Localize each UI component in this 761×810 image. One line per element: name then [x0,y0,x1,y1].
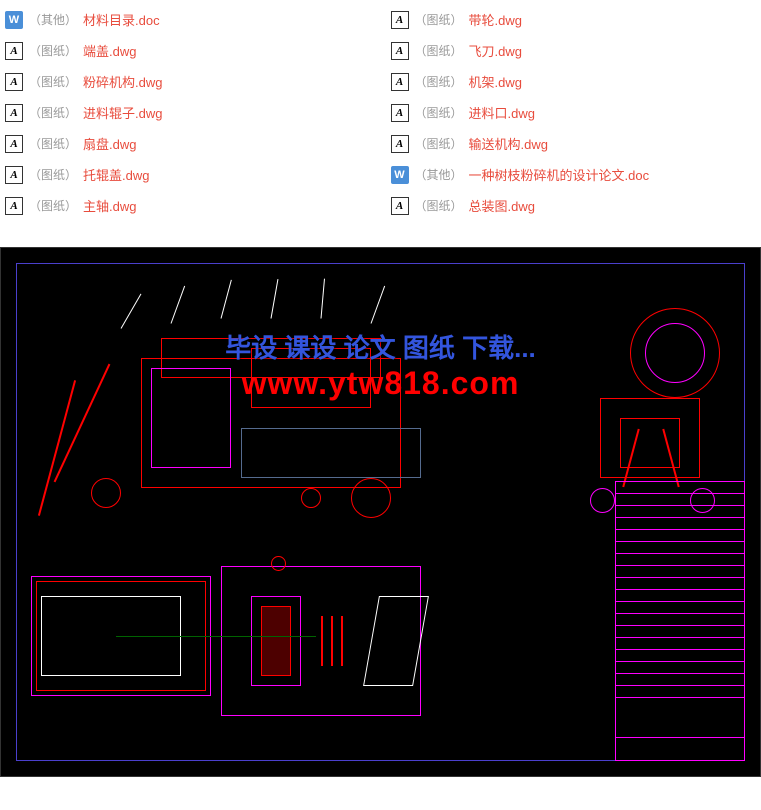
file-tag: （图纸） [415,197,463,214]
watermark-line1: 毕设 课设 论文 图纸 下载... [1,328,760,365]
dwg-icon: A [391,104,409,122]
file-tag: （其他） [415,166,463,183]
file-link[interactable]: 输送机构.dwg [469,134,548,153]
file-item: A （图纸） 主轴.dwg [5,196,371,215]
file-tag: （图纸） [29,73,77,90]
dwg-icon: A [5,197,23,215]
dwg-icon: A [391,135,409,153]
file-link[interactable]: 端盖.dwg [83,41,136,60]
file-tag: （图纸） [29,197,77,214]
file-link[interactable]: 粉碎机构.dwg [83,72,162,91]
dwg-icon: A [5,166,23,184]
cad-plan-view [21,546,441,746]
file-item: A （图纸） 扇盘.dwg [5,134,371,153]
file-tag: （图纸） [29,42,77,59]
file-item: A （图纸） 机架.dwg [391,72,757,91]
file-link[interactable]: 进料辊子.dwg [83,103,162,122]
file-link[interactable]: 托辊盖.dwg [83,165,149,184]
file-link[interactable]: 机架.dwg [469,72,522,91]
file-item: A （图纸） 粉碎机构.dwg [5,72,371,91]
dwg-icon: A [5,73,23,91]
dwg-icon: A [391,73,409,91]
file-item: A （图纸） 总装图.dwg [391,196,757,215]
file-tag: （图纸） [415,42,463,59]
file-link[interactable]: 进料口.dwg [469,103,535,122]
dwg-icon: A [391,11,409,29]
cad-preview: 毕设 课设 论文 图纸 下载... www.ytw818.com [0,247,761,777]
file-item: A （图纸） 托辊盖.dwg [5,165,371,184]
file-item: A （图纸） 输送机构.dwg [391,134,757,153]
cad-title-block [615,481,745,761]
file-column-left: W （其他） 材料目录.doc A （图纸） 端盖.dwg A （图纸） 粉碎机构.dwg A （图… [5,10,371,227]
watermark-line2: www.ytw818.com [1,365,760,402]
file-link[interactable]: 带轮.dwg [469,10,522,29]
watermark: 毕设 课设 论文 图纸 下载... www.ytw818.com [1,328,760,402]
file-column-right: A （图纸） 带轮.dwg A （图纸） 飞刀.dwg A （图纸） 机架.dwg A （图纸） 进料… [391,10,757,227]
dwg-icon: A [391,197,409,215]
file-tag: （其他） [29,11,77,28]
file-item: W （其他） 一种树枝粉碎机的设计论文.doc [391,165,757,184]
file-link[interactable]: 主轴.dwg [83,196,136,215]
file-item: A （图纸） 带轮.dwg [391,10,757,29]
file-item: A （图纸） 端盖.dwg [5,41,371,60]
file-link[interactable]: 飞刀.dwg [469,41,522,60]
dwg-icon: A [5,135,23,153]
file-tag: （图纸） [415,104,463,121]
file-link[interactable]: 总装图.dwg [469,196,535,215]
file-tag: （图纸） [415,135,463,152]
file-link[interactable]: 一种树枝粉碎机的设计论文.doc [469,165,650,184]
file-list: W （其他） 材料目录.doc A （图纸） 端盖.dwg A （图纸） 粉碎机构.dwg A （图… [0,0,761,247]
file-tag: （图纸） [29,166,77,183]
file-tag: （图纸） [415,11,463,28]
dwg-icon: A [5,104,23,122]
file-item: W （其他） 材料目录.doc [5,10,371,29]
file-tag: （图纸） [415,73,463,90]
word-icon: W [5,11,23,29]
file-tag: （图纸） [29,135,77,152]
file-tag: （图纸） [29,104,77,121]
file-link[interactable]: 扇盘.dwg [83,134,136,153]
dwg-icon: A [391,42,409,60]
file-item: A （图纸） 飞刀.dwg [391,41,757,60]
word-icon: W [391,166,409,184]
file-item: A （图纸） 进料口.dwg [391,103,757,122]
dwg-icon: A [5,42,23,60]
cad-elevation-view [21,278,590,528]
file-link[interactable]: 材料目录.doc [83,10,160,29]
file-item: A （图纸） 进料辊子.dwg [5,103,371,122]
